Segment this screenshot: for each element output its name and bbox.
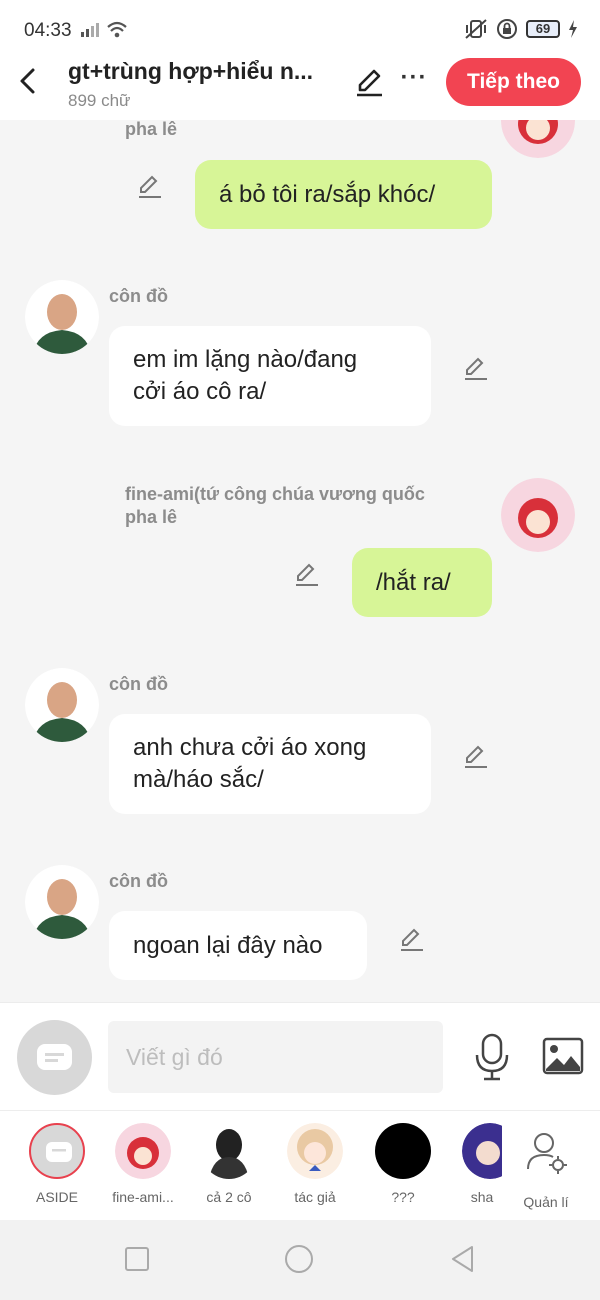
character-aside[interactable]: ASIDE [17, 1123, 97, 1205]
avatar-con-do[interactable] [25, 865, 99, 939]
speaker-name: fine-ami(tứ công chúa vương quốc pha lê [125, 484, 425, 527]
message-bubble[interactable]: á bỏ tôi ra/sắp khóc/ [195, 160, 492, 229]
character-fine-ami[interactable]: fine-ami... [103, 1123, 183, 1205]
character-label: ??? [391, 1189, 415, 1205]
character-avatar [287, 1123, 343, 1179]
message-bubble[interactable]: /hắt ra/ [352, 548, 492, 617]
character-avatar [115, 1123, 171, 1179]
word-count: 899 chữ [68, 91, 131, 110]
character-ca-2-co[interactable]: cả 2 cô [189, 1123, 269, 1205]
character-label: cả 2 cô [206, 1189, 252, 1205]
image-icon[interactable] [542, 1037, 584, 1075]
character-avatar [201, 1123, 257, 1179]
avatar-con-do[interactable] [25, 668, 99, 742]
character-unknown[interactable]: ??? [363, 1123, 443, 1205]
chat-area: pha lê á bỏ tôi ra/sắp khóc/ côn đồ em i… [0, 120, 600, 1002]
message-input-bar [0, 1002, 600, 1110]
recents-icon[interactable] [122, 1244, 152, 1274]
character-bar: ASIDE fine-ami... cả 2 cô tác giả ??? sh… [0, 1110, 600, 1220]
edit-message-icon[interactable] [137, 173, 163, 199]
character-avatar [375, 1123, 431, 1179]
speaker-name: côn đồ [109, 674, 168, 694]
next-button[interactable]: Tiếp theo [446, 58, 581, 106]
charging-icon [569, 20, 577, 38]
character-label: sha [470, 1189, 494, 1205]
battery-indicator: 69 [526, 20, 560, 38]
message-bubble[interactable]: anh chưa cởi áo xong mà/háo sắc/ [109, 714, 431, 814]
edit-pencil-icon[interactable] [354, 66, 386, 98]
story-title[interactable]: gt+trùng hợp+hiểu n... [68, 58, 348, 85]
message-input[interactable] [108, 1021, 443, 1093]
manage-characters-button[interactable]: Quản lí [506, 1123, 586, 1210]
character-avatar [462, 1123, 502, 1179]
speaker-name: pha lê [125, 120, 178, 139]
chat-bubble-icon [37, 1044, 72, 1070]
aside-avatar [29, 1123, 85, 1179]
rotation-lock-icon [497, 19, 517, 39]
status-time: 04:33 [24, 20, 72, 41]
speaker-name: côn đồ [109, 286, 168, 306]
back-arrow-icon[interactable] [14, 66, 44, 96]
vibrate-icon [465, 19, 487, 39]
user-settings-icon [527, 1133, 567, 1174]
character-sha[interactable]: sha [442, 1123, 502, 1205]
wifi-icon [107, 21, 127, 38]
avatar-fine-ami[interactable] [501, 478, 575, 552]
edit-message-icon[interactable] [294, 561, 320, 587]
more-options-button[interactable]: ··· [399, 66, 429, 96]
aside-toggle-button[interactable] [17, 1020, 92, 1095]
character-label: tác giả [294, 1189, 336, 1205]
edit-message-icon[interactable] [399, 926, 425, 952]
status-right: 69 [464, 18, 578, 40]
status-bar: 04:33 69 [0, 0, 600, 58]
edit-message-icon[interactable] [463, 355, 489, 381]
character-label: Quản lí [523, 1194, 569, 1210]
system-nav-bar [0, 1220, 600, 1300]
message-bubble[interactable]: ngoan lại đây nào [109, 911, 367, 980]
character-label: fine-ami... [112, 1189, 174, 1205]
edit-message-icon[interactable] [463, 743, 489, 769]
avatar-con-do[interactable] [25, 280, 99, 354]
chat-header: gt+trùng hợp+hiểu n... 899 chữ ··· Tiếp … [0, 58, 600, 120]
home-icon[interactable] [284, 1244, 314, 1274]
character-tac-gia[interactable]: tác giả [275, 1123, 355, 1205]
signal-icon [81, 23, 99, 37]
microphone-icon[interactable] [474, 1033, 510, 1081]
avatar-fine-ami[interactable] [501, 120, 575, 158]
speaker-name: côn đồ [109, 871, 168, 891]
back-triangle-icon[interactable] [448, 1244, 478, 1274]
character-label: ASIDE [35, 1189, 78, 1205]
message-bubble[interactable]: em im lặng nào/đang cởi áo cô ra/ [109, 326, 431, 426]
